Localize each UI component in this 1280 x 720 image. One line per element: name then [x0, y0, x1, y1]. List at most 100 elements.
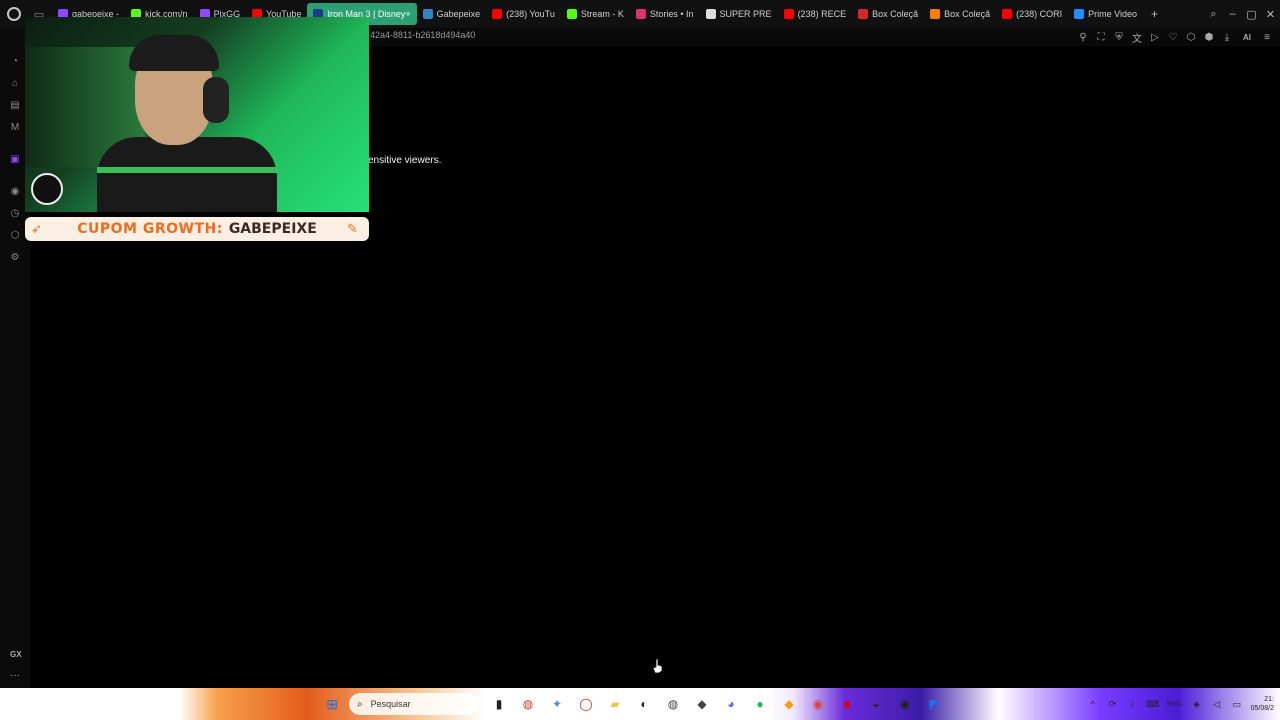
opera-taskbar-icon[interactable]: ◯: [574, 692, 598, 716]
tray-volume-icon[interactable]: ◁: [1207, 692, 1227, 716]
app-icon-6[interactable]: ◒: [864, 692, 888, 716]
browser-tab[interactable]: Box Coleçã: [852, 3, 924, 25]
spotify-icon[interactable]: ●: [748, 692, 772, 716]
gx-corner-label[interactable]: GX: [10, 650, 22, 659]
maximize-icon[interactable]: ▢: [1242, 0, 1261, 28]
close-icon[interactable]: ✕: [1261, 0, 1280, 28]
browser-tab[interactable]: Stream - K: [561, 3, 630, 25]
shield-icon[interactable]: ⛨: [1110, 28, 1128, 46]
browser-tab[interactable]: (238) CORI: [996, 3, 1068, 25]
browser-tab[interactable]: Stories • In: [630, 3, 700, 25]
shirt-stripe: [97, 167, 277, 173]
chrome-icon[interactable]: ◉: [806, 692, 830, 716]
heart-icon[interactable]: ♡: [1164, 28, 1182, 46]
tab-favicon-icon: [422, 9, 433, 19]
search-tabs-icon[interactable]: ⌕: [1204, 0, 1223, 28]
app-icon-1[interactable]: ◍: [516, 692, 540, 716]
tab-favicon-icon: [1074, 9, 1085, 19]
tray-network-icon[interactable]: ◈: [1187, 692, 1207, 716]
rocket-icon: ➶: [31, 221, 42, 236]
windows-taskbar: ⊞ ⌕ Pesquisar ▮ ◍ ✦ ◯ ▰ ◐ ◍ ◆ ◕ ● ◆ ◉ ■ …: [0, 688, 1280, 720]
tray-battery-icon[interactable]: ▭: [1227, 692, 1247, 716]
translate-icon[interactable]: 文: [1128, 28, 1146, 46]
tab-label: Box Coleçã: [872, 9, 919, 19]
tab-favicon-icon: [930, 9, 941, 19]
search-icon: ⌕: [357, 698, 363, 710]
new-tab-button[interactable]: +: [1143, 7, 1166, 21]
app-icon-5[interactable]: ■: [835, 692, 859, 716]
app-icon-2[interactable]: ◍: [661, 692, 685, 716]
address-bar-actions: ⚲ ⛶ ⛨ 文 ▷ ♡ ⬡ ⬢ ⤓ AI ≡: [1074, 28, 1276, 46]
browser-tab[interactable]: (238) YouTu: [486, 3, 561, 25]
tray-sync-icon[interactable]: ⟳: [1103, 692, 1123, 716]
aria-icon[interactable]: AI: [1236, 28, 1258, 46]
settings-icon[interactable]: ⚙: [8, 250, 22, 264]
workspace-icon[interactable]: ▤: [8, 98, 22, 112]
streamer-shirt: [97, 137, 277, 212]
taskbar-apps: ⊞ ⌕ Pesquisar ▮ ◍ ✦ ◯ ▰ ◐ ◍ ◆ ◕ ● ◆ ◉ ■ …: [320, 692, 951, 716]
download-icon[interactable]: ⤓: [1218, 28, 1236, 46]
browser-tab[interactable]: Prime Video: [1068, 3, 1143, 25]
taskbar-search-input[interactable]: ⌕ Pesquisar: [349, 693, 479, 715]
windows-start-icon[interactable]: ⊞: [320, 692, 344, 716]
minimize-icon[interactable]: –: [1223, 0, 1242, 28]
url-text[interactable]: 42a4-8811-b2618d494a40: [370, 30, 475, 40]
file-explorer-icon[interactable]: ▰: [603, 692, 627, 716]
tab-label: (238) RECE: [797, 9, 847, 19]
tab-label: Prime Video: [1088, 9, 1138, 19]
taskbar-search-placeholder: Pesquisar: [370, 699, 411, 709]
clock-time: 21:: [1264, 696, 1274, 703]
tab-label: Stories • In: [649, 9, 694, 19]
history-icon[interactable]: ◷: [8, 206, 22, 220]
browser-tab[interactable]: (238) RECE: [778, 3, 853, 25]
tray-language[interactable]: ENG: [1163, 692, 1187, 716]
gx-cleaner-icon[interactable]: ⌂: [8, 76, 22, 90]
player-icon[interactable]: ◉: [8, 184, 22, 198]
streamer-cap: [129, 35, 219, 71]
system-tray: ^ ⟳ ♪ ⌨ ENG ◈ ◁ ▭ 21: 05/08/2: [1083, 692, 1274, 716]
snapshot-icon[interactable]: ⛶: [1092, 28, 1110, 46]
cube-icon[interactable]: ⬢: [1200, 28, 1218, 46]
menu-icon[interactable]: ≡: [1258, 28, 1276, 46]
tab-label: Gabepeixe: [436, 9, 481, 19]
tab-favicon-icon: [705, 9, 716, 19]
app-icon-4[interactable]: ◆: [777, 692, 801, 716]
tab-favicon-icon: [1002, 9, 1013, 19]
content-advisory-text: ensitive viewers.: [368, 155, 442, 166]
extensions-sidebar-icon[interactable]: ⬡: [8, 228, 22, 242]
fish-logo-icon: [31, 173, 63, 205]
extensions-icon[interactable]: ⬡: [1182, 28, 1200, 46]
tab-label: (238) CORI: [1016, 9, 1063, 19]
tab-favicon-icon: [858, 9, 869, 19]
browser-tab[interactable]: Box Coleçã: [924, 3, 996, 25]
steam-icon[interactable]: ◐: [632, 692, 656, 716]
copilot-icon[interactable]: ✦: [545, 692, 569, 716]
sidebar-more-icon[interactable]: ···: [10, 670, 20, 681]
twitch-icon[interactable]: ▣: [8, 152, 22, 166]
discord-icon[interactable]: ◕: [719, 692, 743, 716]
hand-cursor-icon: [652, 658, 663, 674]
tray-expand-icon[interactable]: ^: [1083, 692, 1103, 716]
pin-icon[interactable]: ⚲: [1074, 28, 1092, 46]
tab-favicon-icon: [635, 9, 646, 19]
app-icon-3[interactable]: ◆: [690, 692, 714, 716]
tab-favicon-icon: [783, 9, 794, 19]
gx-control-icon[interactable]: ◔: [8, 54, 22, 68]
app-icon-7[interactable]: ◩: [922, 692, 946, 716]
opera-gx-logo[interactable]: [0, 0, 28, 28]
streamer-webcam-overlay: [25, 17, 369, 212]
tray-keyboard-icon[interactable]: ⌨: [1143, 692, 1163, 716]
coupon-prefix: CUPOM GROWTH:: [77, 221, 223, 237]
tab-label: Stream - K: [580, 9, 624, 19]
fish-icon: ✎: [347, 221, 358, 236]
play-icon[interactable]: ▷: [1146, 28, 1164, 46]
task-view-icon[interactable]: ▮: [487, 692, 511, 716]
browser-tab[interactable]: SUPER PRE: [700, 3, 778, 25]
taskbar-clock[interactable]: 21: 05/08/2: [1251, 695, 1274, 713]
messenger-icon[interactable]: M: [8, 120, 22, 134]
obs-icon[interactable]: ◉: [893, 692, 917, 716]
browser-tab[interactable]: Gabepeixe: [417, 3, 487, 25]
tab-label: SUPER PRE: [719, 9, 772, 19]
tab-favicon-icon: [566, 9, 577, 19]
tray-mic-icon[interactable]: ♪: [1123, 692, 1143, 716]
